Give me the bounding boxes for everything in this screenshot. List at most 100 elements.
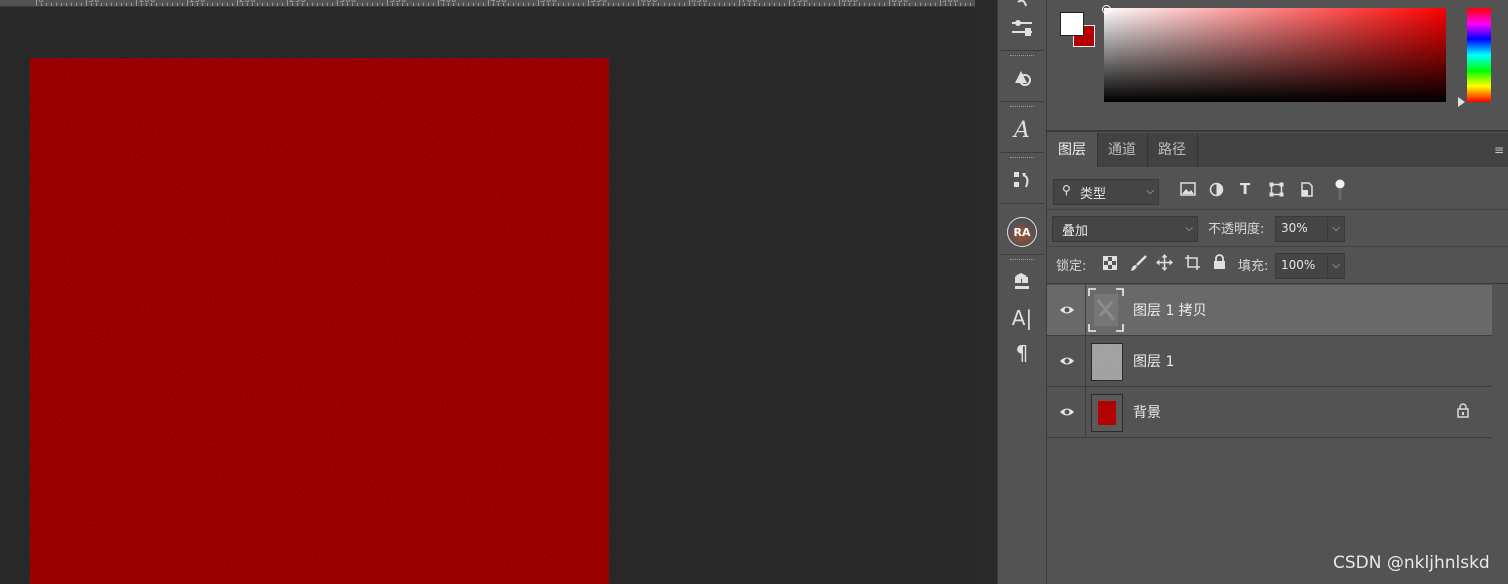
ruler-minor-tick xyxy=(482,3,484,6)
plugin-ra-icon[interactable]: RA xyxy=(998,212,1046,252)
ruler-minor-tick xyxy=(146,3,148,6)
document-canvas[interactable] xyxy=(30,58,609,584)
ruler-minor-tick xyxy=(819,3,821,6)
ruler-minor-tick xyxy=(497,3,499,6)
chevron-down-icon: ⌵ xyxy=(1185,223,1193,234)
ruler-minor-tick xyxy=(522,3,524,6)
layer-name: 背景 xyxy=(1133,405,1161,421)
ruler-minor-tick xyxy=(568,3,570,6)
ruler-minor-tick xyxy=(342,3,344,6)
layers-scrollbar[interactable] xyxy=(1492,285,1508,584)
opacity-field[interactable]: 30% ⌵ xyxy=(1275,216,1345,242)
character-style-icon[interactable]: A xyxy=(998,110,1046,150)
lock-position-icon[interactable] xyxy=(1156,254,1173,275)
ruler-major-tick xyxy=(287,0,288,6)
lock-transparent-pixels-icon[interactable] xyxy=(1103,256,1117,274)
ruler-minor-tick xyxy=(548,3,550,6)
chevron-down-icon: ⌵ xyxy=(1146,186,1154,197)
ruler-major-tick xyxy=(939,0,941,6)
shape-filter-icon[interactable] xyxy=(1269,182,1284,201)
ruler-minor-tick xyxy=(603,3,605,6)
visibility-eye-icon[interactable] xyxy=(1059,404,1075,420)
visibility-eye-icon[interactable] xyxy=(1059,302,1075,318)
ruler-minor-tick xyxy=(583,3,585,6)
ruler-minor-tick xyxy=(492,3,494,6)
layers-panel-tabs: 图层 通道 路径 ≡ xyxy=(1047,133,1508,167)
3d-icon[interactable] xyxy=(998,262,1046,302)
tab-layers[interactable]: 图层 xyxy=(1047,133,1098,167)
tab-paths[interactable]: 路径 xyxy=(1147,133,1198,167)
ruler-minor-tick xyxy=(176,3,178,6)
ruler-minor-tick xyxy=(171,3,173,6)
ruler-minor-tick xyxy=(81,3,83,6)
ruler-minor-tick xyxy=(191,3,193,6)
ruler-major-tick xyxy=(588,0,590,6)
lock-all-icon[interactable] xyxy=(1213,254,1226,274)
ruler-minor-tick xyxy=(558,3,560,6)
ruler-minor-tick xyxy=(723,3,725,6)
lock-image-pixels-icon[interactable] xyxy=(1130,255,1147,276)
ruler-minor-tick xyxy=(367,3,369,6)
ruler-minor-tick xyxy=(126,3,128,6)
fill-field[interactable]: 100% ⌵ xyxy=(1275,253,1345,279)
layer-lock-icon[interactable] xyxy=(1457,403,1469,422)
ruler-minor-tick xyxy=(969,3,971,6)
panel-menu-icon[interactable]: ≡ xyxy=(1494,143,1504,157)
color-picker-field[interactable] xyxy=(1104,8,1446,102)
ruler-minor-tick xyxy=(312,3,314,6)
hue-slider-handle[interactable] xyxy=(1458,97,1465,107)
ruler-minor-tick xyxy=(753,3,755,6)
watermark-text: CSDN @nkljhnlskd xyxy=(1333,553,1490,573)
smart-object-filter-icon[interactable] xyxy=(1300,182,1314,201)
ruler-major-tick xyxy=(136,0,138,6)
ruler-label: 50 xyxy=(88,0,100,5)
filter-kind-dropdown[interactable]: ⚲ 类型 ⌵ xyxy=(1053,179,1159,205)
blend-mode-dropdown[interactable]: 叠加 ⌵ xyxy=(1052,216,1198,242)
properties-icon[interactable] xyxy=(998,8,1046,48)
ruler-minor-tick xyxy=(502,3,504,6)
ruler-minor-tick xyxy=(517,3,519,6)
ruler-minor-tick xyxy=(201,3,203,6)
ruler-minor-tick xyxy=(166,3,168,6)
ruler-minor-tick xyxy=(241,3,243,6)
ruler-minor-tick xyxy=(683,3,685,6)
brush-settings-icon[interactable] xyxy=(998,58,1046,98)
type-filter-icon[interactable]: T xyxy=(1240,180,1250,198)
ruler-minor-tick xyxy=(733,3,735,6)
ruler-major-tick xyxy=(337,0,339,6)
history-icon[interactable] xyxy=(998,160,1046,200)
ruler-minor-tick xyxy=(663,3,665,6)
ruler-minor-tick xyxy=(829,3,831,6)
ruler-minor-tick xyxy=(211,3,213,6)
ruler-minor-tick xyxy=(859,3,861,6)
blend-mode-value: 叠加 xyxy=(1062,224,1089,239)
ruler-minor-tick xyxy=(106,3,108,6)
layer-row[interactable]: 背景 xyxy=(1047,387,1492,438)
chevron-down-icon: ⌵ xyxy=(1332,223,1340,234)
ruler-minor-tick xyxy=(874,3,876,6)
foreground-color-swatch[interactable] xyxy=(1060,12,1084,36)
ruler-minor-tick xyxy=(763,3,765,6)
image-filter-icon[interactable] xyxy=(1180,182,1196,200)
filter-toggle-icon[interactable] xyxy=(1335,179,1345,205)
layer-filter-row: ⚲ 类型 ⌵ T xyxy=(1047,173,1508,210)
lock-artboard-icon[interactable] xyxy=(1184,254,1201,275)
ruler-minor-tick xyxy=(281,3,283,6)
ruler-minor-tick xyxy=(678,3,680,6)
character-icon[interactable]: A| xyxy=(998,298,1046,338)
paragraph-icon[interactable]: ¶ xyxy=(998,333,1046,373)
ruler-minor-tick xyxy=(849,3,851,6)
ruler-minor-tick xyxy=(71,3,73,6)
hue-slider[interactable] xyxy=(1467,8,1491,102)
ruler-minor-tick xyxy=(196,3,198,6)
ruler-minor-tick xyxy=(543,3,545,6)
layer-row[interactable]: 图层 1 xyxy=(1047,336,1492,387)
tab-channels[interactable]: 通道 xyxy=(1097,133,1148,167)
ruler-minor-tick xyxy=(824,3,826,6)
color-picker-cursor[interactable] xyxy=(1102,5,1111,14)
adjustment-filter-icon[interactable] xyxy=(1209,182,1224,201)
layer-row[interactable]: 图层 1 拷贝 xyxy=(1047,285,1492,336)
opacity-value: 30% xyxy=(1281,221,1308,235)
visibility-eye-icon[interactable] xyxy=(1059,353,1075,369)
ruler-minor-tick xyxy=(718,3,720,6)
